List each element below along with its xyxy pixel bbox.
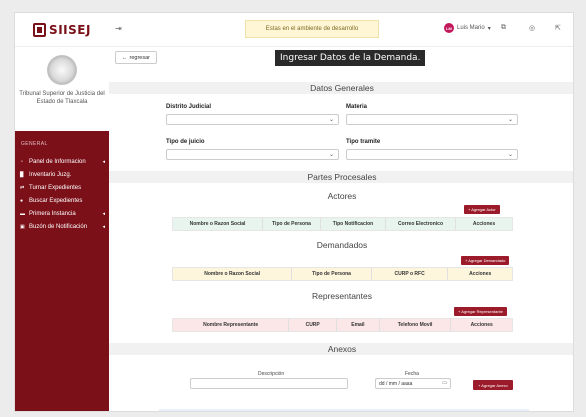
- sidebar-item-label: Panel de Informacion: [29, 158, 86, 165]
- inbox-icon: ▣: [20, 223, 25, 230]
- chevron-left-icon: ◂: [102, 210, 105, 217]
- column-header: Acciones: [470, 322, 493, 328]
- tipo-tramite-select[interactable]: ⌄: [346, 149, 518, 160]
- search-icon: ●: [20, 197, 24, 204]
- institution-seal-icon: [47, 55, 77, 85]
- arrow-left-icon: ←: [122, 54, 128, 61]
- page-title: Ingresar Datos de la Demanda.: [275, 50, 426, 66]
- representantes-title: Representantes: [311, 291, 372, 301]
- collapse-sidebar-icon[interactable]: ⇥: [115, 24, 122, 33]
- sidebar-item-label: Turnar Expedientes: [29, 184, 82, 191]
- distrito-label: Distrito Judicial: [166, 104, 212, 110]
- column-header: Email: [337, 319, 380, 331]
- user-name: Luis Mario: [457, 25, 485, 31]
- column-header: Nombre o Razon Social: [173, 218, 263, 230]
- logo-icon: [33, 22, 47, 37]
- column-header: Acciones: [472, 221, 496, 227]
- column-header: Nombre o Razon Social: [173, 268, 293, 280]
- descripcion-label: Descripción: [258, 371, 285, 377]
- chevron-down-icon: ⌄: [328, 117, 334, 123]
- app-window: SIISEJ Tribunal Superior de Justicia del…: [14, 12, 574, 412]
- table-header-strip: [159, 409, 529, 411]
- column-header: CURP o RFC: [372, 268, 449, 280]
- chevron-down-icon: ▾: [487, 25, 491, 32]
- menu-section-title: GENERAL: [21, 141, 48, 147]
- column-header: CURP: [289, 319, 338, 331]
- fecha-placeholder: dd / mm / aaaa: [379, 380, 413, 387]
- sidebar-item-label: Primera Instancia: [29, 210, 76, 217]
- add-anexo-button[interactable]: + Agregar Anexo: [473, 380, 513, 390]
- back-button[interactable]: ← regresar: [115, 51, 157, 64]
- sidebar-menu: GENERAL ◔ Panel de Informacion ◂ ▉ Inven…: [15, 131, 109, 411]
- sidebar-item-inventario[interactable]: ▉ Inventario Juzg.: [15, 168, 109, 181]
- chevron-left-icon: ◂: [102, 158, 105, 165]
- section-partes-procesales: Partes Procesales: [109, 171, 573, 183]
- dashboard-icon: ◔: [20, 158, 24, 165]
- arrows-icon: ⇄: [20, 184, 25, 191]
- institution-block: Tribunal Superior de Justicia del Estado…: [15, 47, 109, 131]
- materia-select[interactable]: ⌄: [346, 114, 518, 125]
- sidebar-item-panel-informacion[interactable]: ◔ Panel de Informacion ◂: [15, 155, 109, 168]
- column-header: Tipo de Persona: [263, 218, 321, 230]
- section-anexos: Anexos: [109, 343, 573, 355]
- add-actor-button[interactable]: + Agregar Actor: [464, 205, 500, 214]
- fecha-input[interactable]: dd / mm / aaaa ▭: [375, 378, 451, 389]
- materia-label: Materia: [346, 104, 368, 110]
- window-icon[interactable]: ⧉: [501, 24, 506, 32]
- column-header: Telefono Movil: [380, 319, 452, 331]
- actores-table-header: Nombre o Razon Social Tipo de Persona Ti…: [172, 217, 513, 231]
- descripcion-input[interactable]: [190, 378, 348, 389]
- avatar: LM: [444, 23, 454, 33]
- back-label: regresar: [129, 54, 150, 61]
- top-bar: ⇥ Estas en el ambiente de desarrollo LM …: [109, 13, 573, 47]
- distrito-select[interactable]: ⌄: [166, 114, 339, 125]
- column-header: Acciones: [469, 271, 492, 277]
- fecha-label: Fecha: [405, 371, 419, 377]
- sidebar-item-primera-instancia[interactable]: ▬ Primera Instancia ◂: [15, 207, 109, 220]
- sidebar-item-turnar[interactable]: ⇄ Turnar Expedientes: [15, 181, 109, 194]
- user-menu[interactable]: LM Luis Mario ▾: [444, 23, 491, 33]
- tipo-juicio-label: Tipo de juicio: [166, 139, 205, 145]
- sidebar-item-label: Inventario Juzg.: [29, 171, 72, 178]
- demandados-table-header: Nombre o Razon Social Tipo de Persona CU…: [172, 267, 513, 281]
- institution-name: Tribunal Superior de Justicia del Estado…: [19, 91, 105, 105]
- document-icon: ▉: [20, 171, 24, 178]
- logo-text: SIISEJ: [49, 22, 91, 37]
- column-header: Tipo Notificacion: [321, 218, 386, 230]
- tipo-juicio-select[interactable]: ⌄: [166, 149, 339, 160]
- main-content: ← regresar Ingresar Datos de la Demanda.…: [109, 47, 573, 411]
- app-logo[interactable]: SIISEJ: [15, 13, 109, 47]
- folder-icon: ▬: [20, 210, 25, 217]
- section-datos-generales: Datos Generales: [109, 82, 573, 94]
- add-demandado-button[interactable]: + Agregar Demandado: [461, 256, 510, 265]
- sidebar-item-label: Buscar Expedientes: [29, 197, 83, 204]
- chevron-down-icon: ⌄: [507, 117, 513, 123]
- calendar-icon: ▭: [442, 380, 447, 386]
- sidebar-item-label: Buzón de Notificación: [29, 223, 88, 230]
- column-header: Correo Electronico: [386, 218, 456, 230]
- logout-icon[interactable]: ⇱: [555, 24, 561, 32]
- sidebar: SIISEJ Tribunal Superior de Justicia del…: [15, 13, 109, 411]
- tipo-tramite-label: Tipo tramite: [346, 139, 381, 145]
- chevron-down-icon: ⌄: [328, 152, 334, 158]
- actores-title: Actores: [327, 191, 357, 201]
- column-header: Nombre Representante: [173, 319, 290, 331]
- help-icon[interactable]: ◎: [529, 24, 535, 32]
- chevron-left-icon: ◂: [102, 223, 105, 230]
- chevron-down-icon: ⌄: [507, 152, 513, 158]
- environment-notice: Estas en el ambiente de desarrollo: [245, 20, 379, 38]
- add-representante-button[interactable]: + Agregar Representante: [454, 307, 507, 316]
- sidebar-item-buzon[interactable]: ▣ Buzón de Notificación ◂: [15, 220, 109, 233]
- column-header: Tipo de Persona: [292, 268, 372, 280]
- representantes-table-header: Nombre Representante CURP Email Telefono…: [172, 318, 513, 332]
- sidebar-item-buscar[interactable]: ● Buscar Expedientes: [15, 194, 109, 207]
- demandados-title: Demandados: [316, 240, 368, 250]
